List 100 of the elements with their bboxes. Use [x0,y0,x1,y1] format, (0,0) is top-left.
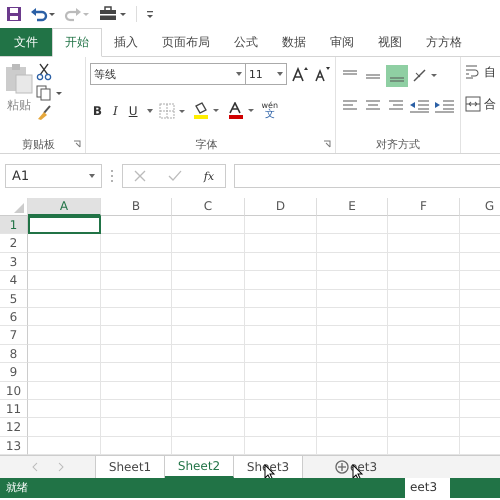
group-label: 字体 [195,136,218,152]
underline-button[interactable]: U [126,104,141,118]
font-size-field[interactable]: 11 [244,63,287,85]
group-label: 对齐方式 [376,136,420,152]
font-color-icon[interactable] [226,102,257,120]
grid-cell [388,308,460,326]
row-header[interactable]: 8 [0,344,28,364]
copy-icon[interactable] [36,85,64,101]
grid-cell [388,290,460,308]
grid-cell [388,400,460,418]
grid-cell [317,290,388,308]
row-header[interactable]: 11 [0,400,28,418]
grid-cell [245,344,317,364]
grid-cell [101,344,172,364]
row-header[interactable]: 10 [0,382,28,400]
row-header[interactable]: 1 [0,216,28,234]
merge-label[interactable]: 合 [484,96,496,112]
ribbon-tab[interactable]: 数据 [270,28,318,56]
grid-cell [245,252,317,272]
row-header[interactable]: 5 [0,290,28,308]
ribbon-tab[interactable]: 插入 [102,28,150,56]
sheet-tab[interactable]: Sheet2 [165,456,234,478]
grid-cell [101,216,172,234]
ribbon-tab[interactable]: 方方格 [414,28,474,56]
row-header[interactable]: 3 [0,252,28,272]
grid-cell [101,308,172,326]
insert-function-button[interactable]: fx [204,170,214,182]
grid-cell [317,252,388,272]
merge-icon[interactable] [465,96,481,112]
row-header[interactable]: 6 [0,308,28,326]
formula-input[interactable] [234,164,500,188]
grid-cell [101,418,172,437]
column-header[interactable]: F [388,198,460,216]
italic-button[interactable]: I [110,104,121,118]
status-text: 就绪 [5,481,28,496]
active-cell[interactable] [28,216,101,234]
ribbon-tab[interactable]: 页面布局 [150,28,222,56]
grow-font-icon[interactable] [290,66,309,82]
grid-cell [245,216,317,234]
shrink-font-icon[interactable] [312,66,331,82]
launcher-icon[interactable] [72,140,81,148]
group-label: 剪贴板 [22,136,55,152]
row-header[interactable]: 7 [0,326,28,345]
grid-cell [101,382,172,400]
phonetic-button[interactable]: wén 文 [262,102,278,120]
column-header[interactable]: A [28,198,101,216]
toolbox-icon[interactable] [98,6,128,22]
ribbon-tab[interactable]: 开始 [52,28,102,57]
grid-cell [101,271,172,290]
ribbon-tab[interactable]: 公式 [222,28,270,56]
grid-cell [388,382,460,400]
grid-cell [101,363,172,382]
grid-cell [245,363,317,382]
caret-icon[interactable] [146,108,154,114]
align-bottom-icon[interactable] [386,65,408,87]
row-header[interactable]: 12 [0,418,28,437]
column-header[interactable]: E [317,198,388,216]
column-header[interactable]: B [101,198,172,216]
grid-cell [317,234,388,253]
grid-cell [245,271,317,290]
grid-cell [101,400,172,418]
grid-cell [317,271,388,290]
grid-cell [317,400,388,418]
grid-cell [101,290,172,308]
grid-cell [245,326,317,345]
drag-handle-icon [110,169,114,183]
ribbon-tab[interactable]: 文件 [0,28,52,56]
undo-icon[interactable] [30,6,56,22]
paste-button[interactable]: 粘贴 [4,61,34,135]
column-header[interactable]: D [245,198,317,216]
grid-cell [388,326,460,345]
sheet-tab[interactable]: Sheet1 [96,456,165,478]
increase-indent-icon[interactable] [434,98,456,114]
grid-cell [388,344,460,364]
wrap-text-label[interactable]: 自 [484,64,496,80]
grid-cell [388,418,460,437]
save-icon[interactable] [6,6,22,22]
decrease-indent-icon[interactable] [408,98,431,114]
grid-cell [101,326,172,345]
ribbon-tab[interactable]: 审阅 [318,28,366,56]
add-sheet-icon[interactable] [335,460,349,474]
grid-cell [101,252,172,272]
ribbon-tab[interactable]: 视图 [366,28,414,56]
grid-cell [388,363,460,382]
grid-cell [245,308,317,326]
grid-cell [245,400,317,418]
bold-button[interactable]: B [90,104,105,118]
name-box[interactable]: A1 [5,164,102,188]
column-header[interactable]: C [172,198,245,216]
scissors-icon[interactable] [36,63,52,81]
wrap-text-icon[interactable] [465,64,481,80]
row-header[interactable]: 4 [0,271,28,290]
fill-color-icon[interactable] [192,102,222,120]
row-header[interactable]: 9 [0,363,28,382]
grid-cell [245,418,317,437]
row-header[interactable]: 2 [0,234,28,253]
font-name-field[interactable]: 等线 [90,63,246,85]
column-header[interactable]: G [460,198,500,216]
grid-cell [317,382,388,400]
launcher-icon[interactable] [322,140,331,148]
